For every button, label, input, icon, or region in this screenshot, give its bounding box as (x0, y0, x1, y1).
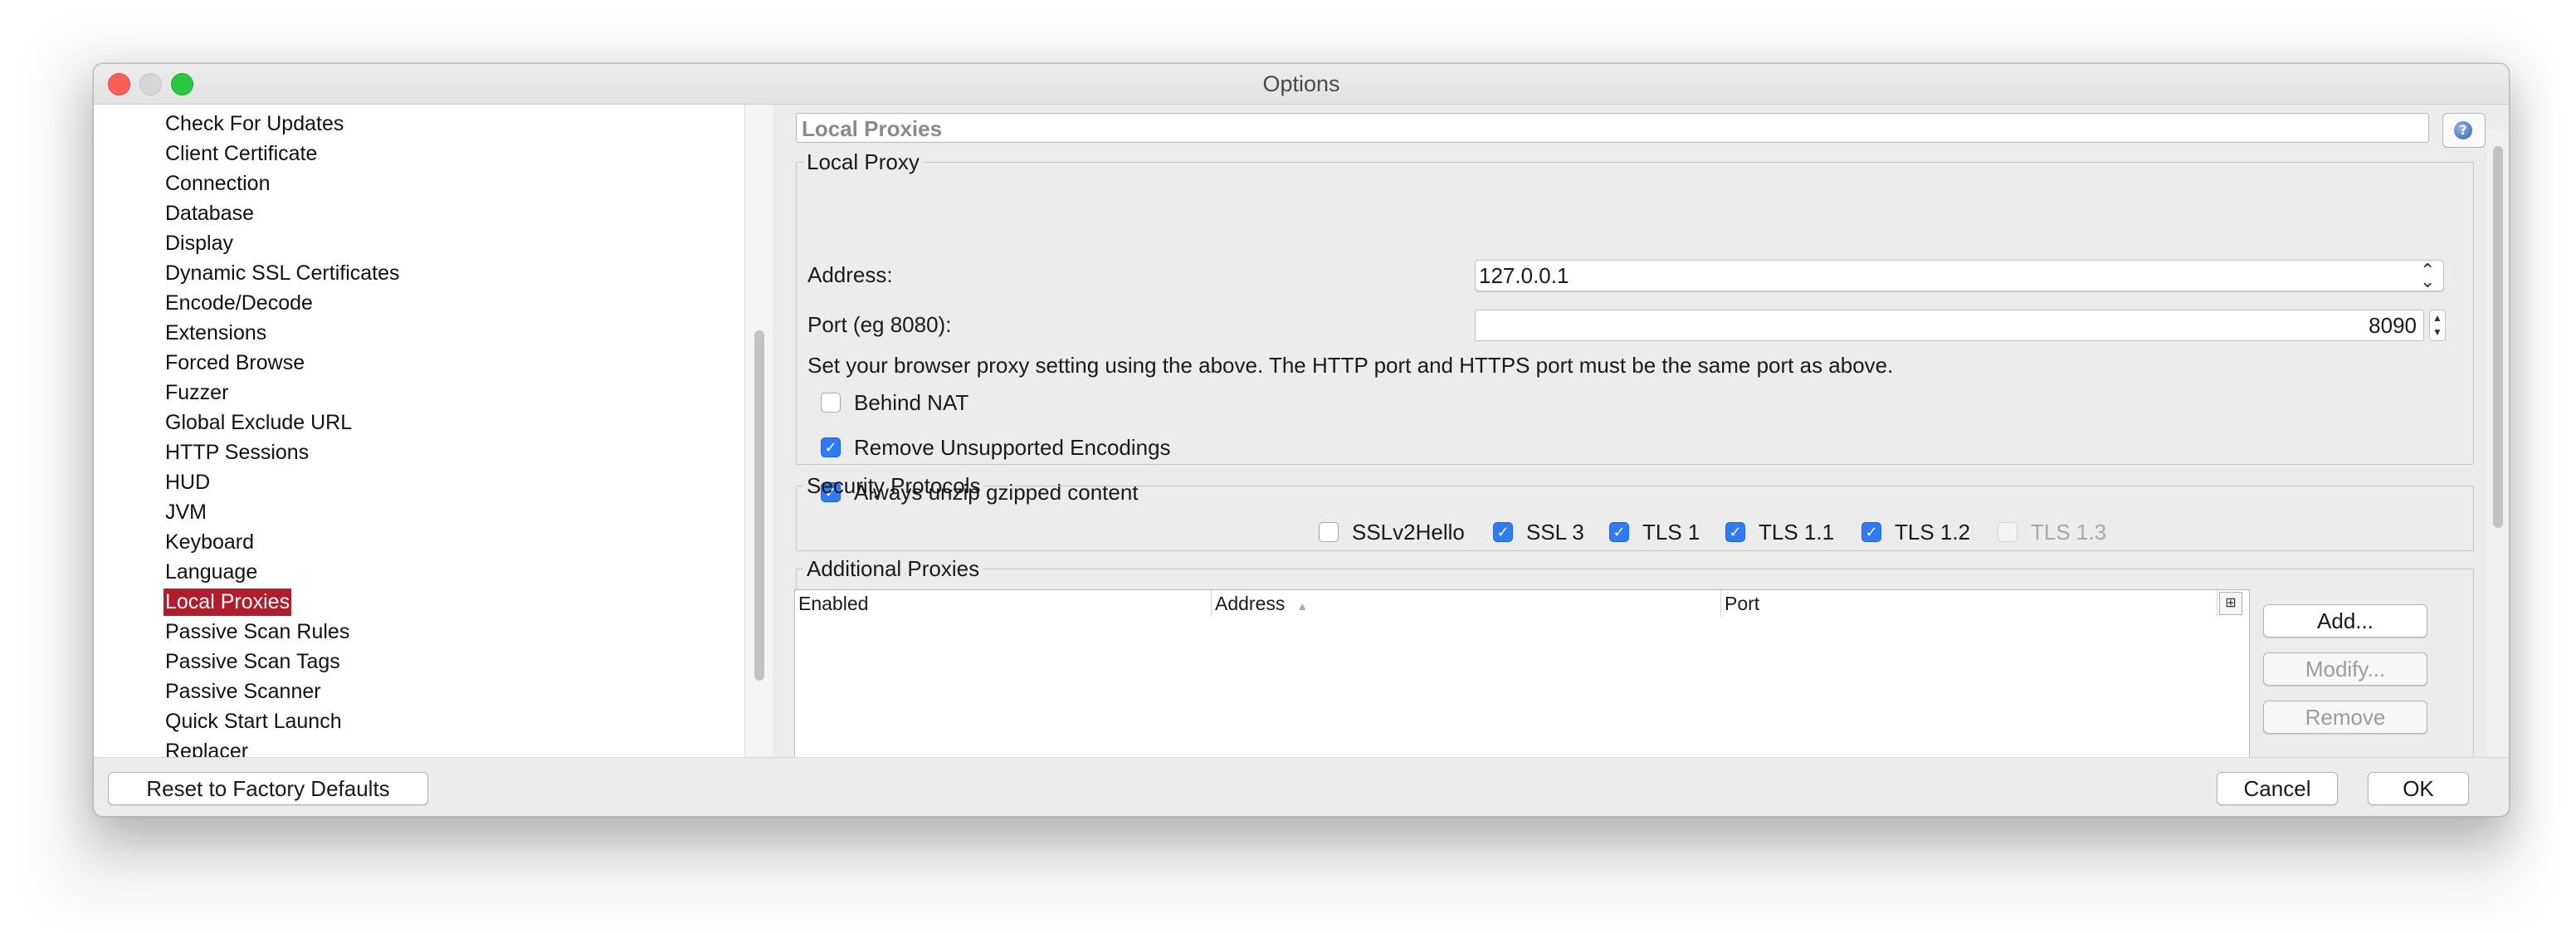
additional-proxies-legend: Additional Proxies (807, 556, 980, 581)
protocol-checkbox[interactable]: ✓ (1493, 522, 1513, 542)
options-panel: Local Proxies ? Local Proxy Address: 127… (786, 105, 2509, 757)
tree-item[interactable]: Passive Scan Tags (163, 648, 342, 676)
tree-item[interactable]: Quick Start Launch (163, 708, 344, 735)
column-header-label: Address (1215, 593, 1286, 614)
behind-nat-checkbox[interactable] (821, 393, 841, 413)
address-label: Address: (807, 262, 893, 287)
protocol-checkbox (1998, 522, 2017, 542)
local-proxy-legend: Local Proxy (807, 149, 920, 174)
tree-item-selected[interactable]: Local Proxies (163, 589, 292, 616)
panel-scrollbar[interactable] (2487, 129, 2509, 757)
port-value: 8090 (2369, 313, 2417, 338)
address-value: 127.0.0.1 (1479, 263, 1569, 288)
protocol-label: SSL 3 (1526, 519, 1584, 545)
protocol-label: SSLv2Hello (1352, 519, 1465, 545)
address-combobox[interactable]: 127.0.0.1 ⌃ ⌄ (1475, 260, 2444, 291)
behind-nat-row[interactable]: Behind NAT (821, 388, 968, 417)
protocol-sslv2hello[interactable]: SSLv2Hello (1319, 518, 1465, 546)
modify-proxy-button[interactable]: Modify... (2263, 652, 2427, 686)
local-proxy-group: Local Proxy (796, 151, 2474, 465)
help-button[interactable]: ? (2442, 113, 2486, 148)
security-protocols-legend: Security Protocols (807, 473, 981, 498)
add-proxy-button[interactable]: Add... (2263, 604, 2427, 637)
tree-item[interactable]: Forced Browse (163, 349, 306, 377)
tree-item[interactable]: Database (163, 200, 256, 227)
tree-item[interactable]: Check For Updates (163, 110, 345, 138)
ok-button[interactable]: OK (2368, 772, 2469, 805)
port-stepper[interactable]: ▲ ▼ (2429, 310, 2446, 341)
help-icon: ? (2454, 121, 2472, 139)
protocol-label: TLS 1.3 (2031, 519, 2107, 545)
tree-item[interactable]: HTTP Sessions (163, 439, 310, 466)
page-title: Local Proxies (796, 113, 2429, 143)
tree-item[interactable]: Replacer (163, 738, 250, 757)
column-header-enabled[interactable]: Enabled (795, 590, 1212, 617)
dialog-button-bar: Reset to Factory Defaults Cancel OK (94, 757, 2509, 816)
protocol-tls1-3: TLS 1.3 (1998, 518, 2106, 546)
remove-unsupported-label: Remove Unsupported Encodings (854, 434, 1171, 460)
column-chooser-icon[interactable]: ⊞ (2219, 592, 2242, 615)
options-dialog: Options Check For Updates Client Certifi… (93, 63, 2510, 817)
stepper-up-icon[interactable]: ▲ (2430, 310, 2445, 325)
remove-unsupported-row[interactable]: ✓ Remove Unsupported Encodings (821, 433, 1171, 462)
cancel-button[interactable]: Cancel (2217, 772, 2338, 805)
proxy-hint-text: Set your browser proxy setting using the… (807, 353, 1894, 378)
sidebar-scrollbar[interactable] (744, 105, 774, 757)
tree-item[interactable]: Global Exclude URL (163, 409, 354, 437)
column-header-label: Enabled (798, 593, 869, 614)
tree-item[interactable]: Keyboard (163, 529, 256, 556)
options-tree: Check For Updates Client Certificate Con… (94, 105, 744, 757)
tree-item[interactable]: Connection (163, 170, 271, 198)
sort-ascending-icon: ▲ (1296, 599, 1309, 613)
protocol-ssl3[interactable]: ✓ SSL 3 (1493, 518, 1584, 546)
protocol-checkbox[interactable]: ✓ (1725, 522, 1745, 542)
tree-item[interactable]: Extensions (163, 320, 268, 347)
panel-scroll-thumb[interactable] (2493, 146, 2503, 528)
protocol-tls1[interactable]: ✓ TLS 1 (1609, 518, 1700, 546)
window-title: Options (1262, 71, 1340, 96)
tree-item[interactable]: Display (163, 230, 235, 257)
protocol-label: TLS 1 (1642, 519, 1700, 545)
title-bar: Options (94, 64, 2509, 105)
port-label: Port (eg 8080): (807, 312, 952, 337)
tree-item[interactable]: Fuzzer (163, 379, 230, 407)
sidebar-scroll-thumb[interactable] (754, 330, 764, 681)
remove-unsupported-checkbox[interactable]: ✓ (821, 437, 841, 457)
stepper-down-icon[interactable]: ▼ (2430, 325, 2445, 339)
tree-item[interactable]: JVM (163, 499, 208, 526)
chevron-up-down-icon: ⌃ ⌄ (2420, 260, 2436, 291)
tree-item[interactable]: Dynamic SSL Certificates (163, 260, 402, 287)
column-header-address[interactable]: Address ▲ (1212, 590, 1721, 617)
tree-item[interactable]: Client Certificate (163, 140, 319, 168)
tree-item[interactable]: Passive Scanner (163, 678, 323, 706)
protocol-tls1-2[interactable]: ✓ TLS 1.2 (1861, 518, 1970, 546)
reset-defaults-button[interactable]: Reset to Factory Defaults (108, 772, 428, 805)
tree-item[interactable]: Language (163, 559, 259, 586)
tree-item[interactable]: Passive Scan Rules (163, 618, 351, 646)
additional-proxies-table[interactable]: Enabled Address ▲ Port ⊞ (794, 589, 2250, 757)
behind-nat-label: Behind NAT (854, 389, 969, 415)
tree-item[interactable]: HUD (163, 469, 212, 496)
tree-item[interactable]: Encode/Decode (163, 290, 315, 317)
protocol-label: TLS 1.1 (1759, 519, 1835, 545)
protocol-label: TLS 1.2 (1895, 519, 1971, 545)
column-header-port[interactable]: Port (1721, 590, 2217, 617)
column-header-label: Port (1725, 593, 1760, 614)
port-field[interactable]: 8090 (1475, 310, 2424, 341)
remove-proxy-button[interactable]: Remove (2263, 701, 2427, 734)
protocol-tls1-1[interactable]: ✓ TLS 1.1 (1725, 518, 1834, 546)
protocol-checkbox[interactable] (1319, 522, 1339, 542)
split-divider[interactable] (773, 105, 786, 757)
protocol-checkbox[interactable]: ✓ (1861, 522, 1881, 542)
protocol-checkbox[interactable]: ✓ (1609, 522, 1629, 542)
